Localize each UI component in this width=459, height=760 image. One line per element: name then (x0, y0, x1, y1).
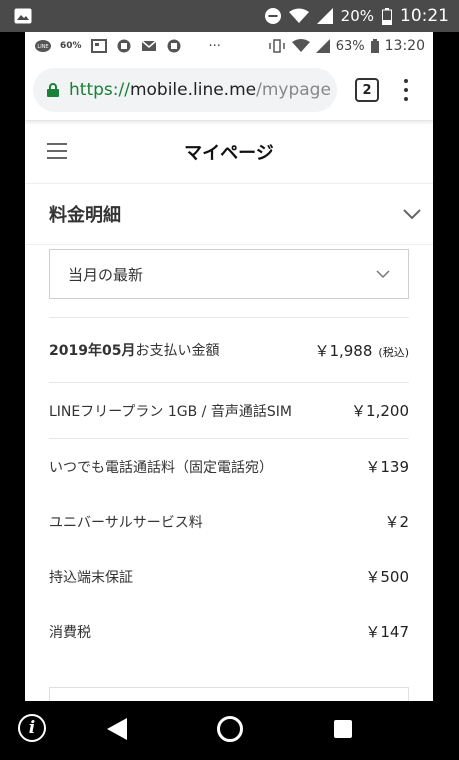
section-header[interactable]: 料金明細 (25, 184, 433, 245)
wifi-icon-inner (291, 39, 310, 52)
image-notification-icon (14, 8, 32, 24)
billing-item: LINEフリープラン 1GB / 音声通話SIM ￥1,200 (49, 383, 409, 438)
clock-inner: 13:20 (384, 38, 425, 54)
url-path: /mypage (256, 80, 331, 100)
battery-icon-inner (370, 39, 379, 53)
browser-toolbar: https://mobile.line.me/mypage 2 (25, 60, 433, 121)
total-label-month: 2019年05月 (49, 343, 136, 359)
billing-item: 消費税 ￥147 (49, 604, 409, 659)
billing-item: いつでも電話通話料（固定電話宛） ￥139 (49, 439, 409, 494)
period-select-value: 当月の最新 (68, 265, 144, 284)
line-app-icon: LINE (35, 40, 51, 52)
billing-item-value: ￥2 (384, 513, 409, 531)
clock: 10:21 (400, 6, 449, 26)
billing-item-label: LINEフリープラン 1GB / 音声通話SIM (49, 403, 292, 420)
home-icon[interactable] (217, 716, 243, 742)
url-scheme: https:// (69, 80, 130, 100)
total-amount: ￥1,988 (314, 341, 373, 360)
url-host: mobile.line.me (129, 80, 257, 100)
mail-icon (141, 40, 157, 51)
info-icon[interactable]: i (18, 714, 46, 742)
back-icon[interactable] (107, 718, 127, 740)
billing-item-label: 持込端末保証 (49, 569, 133, 586)
select-chevron-icon (376, 269, 390, 278)
total-label: 2019年05月お支払い金額 (49, 340, 314, 360)
wifi-icon (288, 8, 309, 23)
android-nav-bar: i (0, 701, 459, 760)
billing-item-label: 消費税 (49, 624, 91, 641)
svg-text:LINE: LINE (37, 44, 48, 50)
battery-percent-inner: 63% (335, 38, 365, 54)
billing-content: 当月の最新 2019年05月お支払い金額 ￥1,988 (税込) LINEフリープ… (25, 249, 433, 701)
percent-badge: 60% (60, 41, 82, 51)
total-value: ￥1,988 (税込) (314, 340, 409, 361)
billing-item-label: ユニバーサルサービス料 (49, 514, 203, 531)
billing-item-label: いつでも電話通話料（固定電話宛） (49, 459, 273, 476)
billing-item-value: ￥500 (365, 568, 409, 586)
next-section-box (49, 687, 409, 701)
page-title: マイページ (184, 143, 274, 164)
billing-item-value: ￥147 (365, 623, 409, 641)
cup-icon (117, 39, 131, 53)
do-not-disturb-icon (264, 8, 281, 24)
vibrate-icon (268, 39, 285, 53)
total-label-text: お支払い金額 (135, 343, 220, 359)
tab-switcher-button[interactable]: 2 (355, 78, 379, 102)
lock-icon (47, 83, 59, 97)
chevron-down-icon[interactable] (403, 208, 421, 220)
signal-icon (316, 8, 333, 24)
billing-item-value: ￥139 (365, 458, 409, 476)
billing-item: 持込端末保証 ￥500 (49, 549, 409, 604)
more-notifications: ··· (208, 38, 221, 54)
section-title: 料金明細 (49, 205, 121, 226)
billing-item-value: ￥1,200 (351, 402, 409, 420)
recent-apps-icon[interactable] (334, 720, 352, 738)
battery-percent: 20% (340, 7, 374, 25)
total-row: 2019年05月お支払い金額 ￥1,988 (税込) (49, 318, 409, 382)
site-header: マイページ (25, 121, 433, 184)
browser-screen: LINE 60% ··· 63% 13:20 https://mobile.li… (25, 32, 433, 701)
cup-icon-2 (167, 39, 181, 53)
address-bar[interactable]: https://mobile.line.me/mypage (33, 68, 337, 112)
hamburger-menu-icon[interactable] (47, 143, 67, 159)
billing-item: ユニバーサルサービス料 ￥2 (49, 494, 409, 549)
browser-menu-icon[interactable] (403, 79, 409, 101)
signal-icon-inner (315, 39, 330, 53)
tax-note: (税込) (378, 345, 409, 359)
battery-icon (382, 7, 392, 25)
newspaper-icon (90, 39, 107, 53)
inner-status-bar: LINE 60% ··· 63% 13:20 (25, 32, 433, 60)
period-select[interactable]: 当月の最新 (49, 249, 409, 299)
outer-status-bar: 20% 10:21 (0, 0, 459, 32)
